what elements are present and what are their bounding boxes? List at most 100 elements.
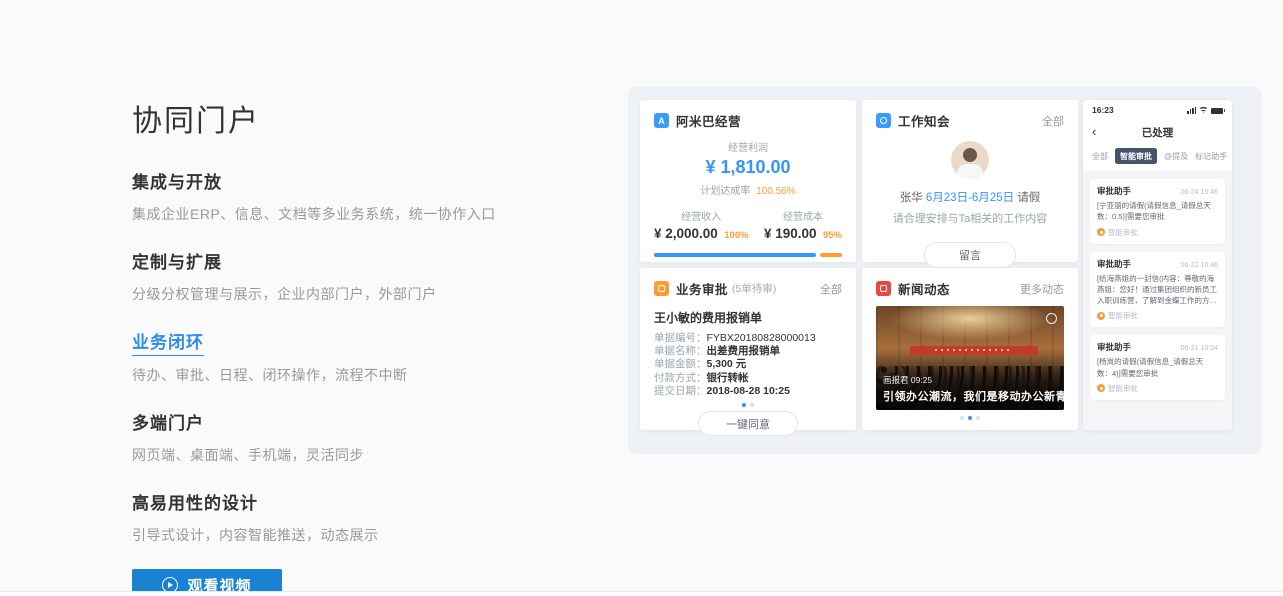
phone-filter-tabs: 全部 智能审批 @提及 标记助手 会易订	[1083, 144, 1232, 171]
approval-title: 业务审批	[676, 279, 728, 298]
one-click-approve-button[interactable]: 一键同意	[698, 411, 798, 436]
message-sender: 审批助手	[1097, 341, 1131, 353]
message-tag: 智能审批	[1097, 383, 1218, 394]
feature-heading[interactable]: 定制与扩展	[132, 248, 602, 273]
phone-nav-bar: ‹ 已处理	[1083, 120, 1232, 144]
section-divider	[0, 591, 1283, 596]
income-percent: 100%	[724, 230, 748, 241]
income-label: 经营收入	[654, 208, 749, 223]
work-notify-header: 工作知会 全部	[876, 111, 1064, 130]
phone-status-bar: 16:23	[1083, 100, 1232, 120]
feature-item-multi-end[interactable]: 多端门户 网页端、桌面端、手机端，灵活同步	[132, 409, 602, 465]
feature-desc: 待办、审批、日程、闭环操作，流程不中断	[132, 365, 602, 385]
message-card[interactable]: 审批助手 06-22 10:46 [给海燕姐的一封信(内容：尊敬的海燕姐：您好！…	[1090, 252, 1225, 328]
phone-message-list: 审批助手 06-24 10:46 [宁亚丽的请假(请假信息_请假总天数：0.5)…	[1083, 171, 1232, 430]
message-card[interactable]: 审批助手 06-21 10:04 [杨岚的请假(请假信息_请假总天数：4)]需要…	[1090, 335, 1225, 400]
news-app-icon	[876, 281, 891, 296]
tab-smart-approval[interactable]: 智能审批	[1115, 148, 1157, 164]
feature-desc: 集成企业ERP、信息、文档等多业务系统，统一协作入口	[132, 204, 602, 224]
cost-value: ¥ 190.00	[764, 226, 817, 241]
doc-field-date: 提交日期： 2018-08-28 10:25	[654, 385, 842, 398]
news-header: 新闻动态 更多动态	[876, 279, 1064, 298]
income-cost-progress-bar	[654, 253, 842, 257]
approval-header: 业务审批 (5单待审) 全部	[654, 279, 842, 298]
app-preview-panel: A 阿米巴经营 经营利润 ¥ 1,810.00 计划达成率 100.56% 经营…	[628, 87, 1262, 454]
feature-item-usability[interactable]: 高易用性的设计 引导式设计，内容智能推送，动态展示	[132, 489, 602, 545]
wifi-icon	[1199, 107, 1208, 114]
camera-ring-icon	[1046, 313, 1057, 324]
news-title: 新闻动态	[898, 279, 950, 298]
phone-clock: 16:23	[1092, 105, 1114, 115]
feature-desc: 引导式设计，内容智能推送，动态展示	[132, 525, 602, 545]
feature-heading[interactable]: 多端门户	[132, 409, 602, 434]
page-title: 协同门户	[132, 96, 602, 140]
plan-rate-label: 计划达成率	[700, 186, 750, 197]
cost-label: 经营成本	[764, 208, 842, 223]
leave-type: 请假	[1017, 192, 1040, 204]
approval-card: 业务审批 (5单待审) 全部 王小敏的费用报销单 单据编号： FYBX20180…	[640, 268, 856, 430]
approval-all-link[interactable]: 全部	[820, 281, 842, 297]
income-stat: 经营收入 ¥ 2,000.00 100%	[654, 208, 749, 243]
cost-stat: 经营成本 ¥ 190.00 95%	[764, 208, 842, 243]
profit-value: ¥ 1,810.00	[654, 157, 842, 178]
phone-status-icons	[1187, 107, 1223, 114]
expense-doc-title: 王小敏的费用报销单	[654, 309, 842, 326]
message-card[interactable]: 审批助手 06-24 10:46 [宁亚丽的请假(请假信息_请假总天数：0.5)…	[1090, 179, 1225, 244]
amoeba-app-icon: A	[654, 113, 669, 128]
tab-mark-assistant[interactable]: 标记助手	[1195, 151, 1227, 162]
feature-item-customization[interactable]: 定制与扩展 分级分权管理与展示，企业内部门户，外部门户	[132, 248, 602, 304]
signal-icon	[1187, 107, 1196, 114]
amoeba-card-title: 阿米巴经营	[676, 111, 741, 130]
profit-label: 经营利润	[654, 139, 842, 154]
news-headline: 引领办公潮流，我们是移动办公新青年！	[883, 388, 1058, 404]
phone-page-title: 已处理	[1142, 125, 1174, 140]
amoeba-card: A 阿米巴经营 经营利润 ¥ 1,810.00 计划达成率 100.56% 经营…	[640, 100, 856, 262]
feature-item-closed-loop[interactable]: 业务闭环 待办、审批、日程、闭环操作，流程不中断	[132, 328, 602, 385]
back-chevron-icon[interactable]: ‹	[1092, 121, 1096, 143]
doc-field-number: 单据编号： FYBX20180828000013	[654, 332, 842, 345]
battery-icon	[1211, 108, 1223, 114]
message-time: 06-22 10:46	[1181, 262, 1218, 269]
smart-approval-icon	[1097, 384, 1105, 392]
approval-pending-badge: (5单待审)	[732, 281, 776, 296]
feature-heading[interactable]: 高易用性的设计	[132, 489, 602, 514]
approval-pagination-dots[interactable]	[654, 403, 842, 407]
feature-heading[interactable]: 集成与开放	[132, 168, 602, 193]
tab-mentions[interactable]: @提及	[1164, 151, 1188, 162]
message-body: [宁亚丽的请假(请假信息_请假总天数：0.5)]需要您审批	[1097, 200, 1218, 223]
message-sender: 审批助手	[1097, 185, 1131, 197]
message-sender: 审批助手	[1097, 258, 1131, 270]
progress-cost-segment	[820, 253, 842, 257]
work-notify-card: 工作知会 全部 张华 6月23日-6月25日 请假 请合理安排与Ta相关的工作内…	[862, 100, 1078, 262]
doc-field-amount: 单据金额： 5,300 元	[654, 358, 842, 371]
plan-rate: 计划达成率 100.56%	[654, 182, 842, 197]
work-notify-app-icon	[876, 113, 891, 128]
expense-doc-fields: 单据编号： FYBX20180828000013 单据名称： 出差费用报销单 单…	[654, 332, 842, 398]
news-more-link[interactable]: 更多动态	[1020, 281, 1064, 297]
work-notify-all-link[interactable]: 全部	[1042, 113, 1064, 129]
feature-nav: 协同门户 集成与开放 集成企业ERP、信息、文档等多业务系统，统一协作入口 定制…	[132, 96, 602, 596]
phone-preview: 16:23 ‹ 已处理 全部 智能审批 @提及 标记助手 会易订	[1083, 100, 1232, 430]
news-photo[interactable]: 画报君 09:25 引领办公潮流，我们是移动办公新青年！	[876, 306, 1064, 410]
income-cost-row: 经营收入 ¥ 2,000.00 100% 经营成本 ¥ 190.00 95%	[654, 208, 842, 243]
work-notify-title: 工作知会	[898, 111, 950, 130]
tab-all[interactable]: 全部	[1092, 151, 1108, 162]
feature-heading-active[interactable]: 业务闭环	[132, 328, 204, 356]
smart-approval-icon	[1097, 228, 1105, 236]
news-card: 新闻动态 更多动态 画报君 09:25 引领办公潮流，我们是移动办公新青年！	[862, 268, 1078, 430]
message-time: 06-24 10:46	[1181, 189, 1218, 196]
approval-app-icon	[654, 281, 669, 296]
smart-approval-icon	[1097, 312, 1105, 320]
avatar	[951, 141, 989, 179]
feature-desc: 分级分权管理与展示，企业内部门户，外部门户	[132, 284, 602, 304]
leave-message-button[interactable]: 留言	[924, 242, 1016, 268]
news-pagination-dots[interactable]	[876, 416, 1064, 420]
leave-dates: 6月23日-6月25日	[926, 192, 1014, 204]
message-body: [杨岚的请假(请假信息_请假总天数：4)]需要您审批	[1097, 356, 1218, 379]
person-name: 张华	[900, 192, 923, 204]
feature-item-integration[interactable]: 集成与开放 集成企业ERP、信息、文档等多业务系统，统一协作入口	[132, 168, 602, 224]
collab-portal-section: 协同门户 集成与开放 集成企业ERP、信息、文档等多业务系统，统一协作入口 定制…	[0, 0, 1283, 596]
progress-income-segment	[654, 253, 816, 257]
leave-summary: 张华 6月23日-6月25日 请假	[876, 189, 1064, 205]
message-time: 06-21 10:04	[1181, 345, 1218, 352]
